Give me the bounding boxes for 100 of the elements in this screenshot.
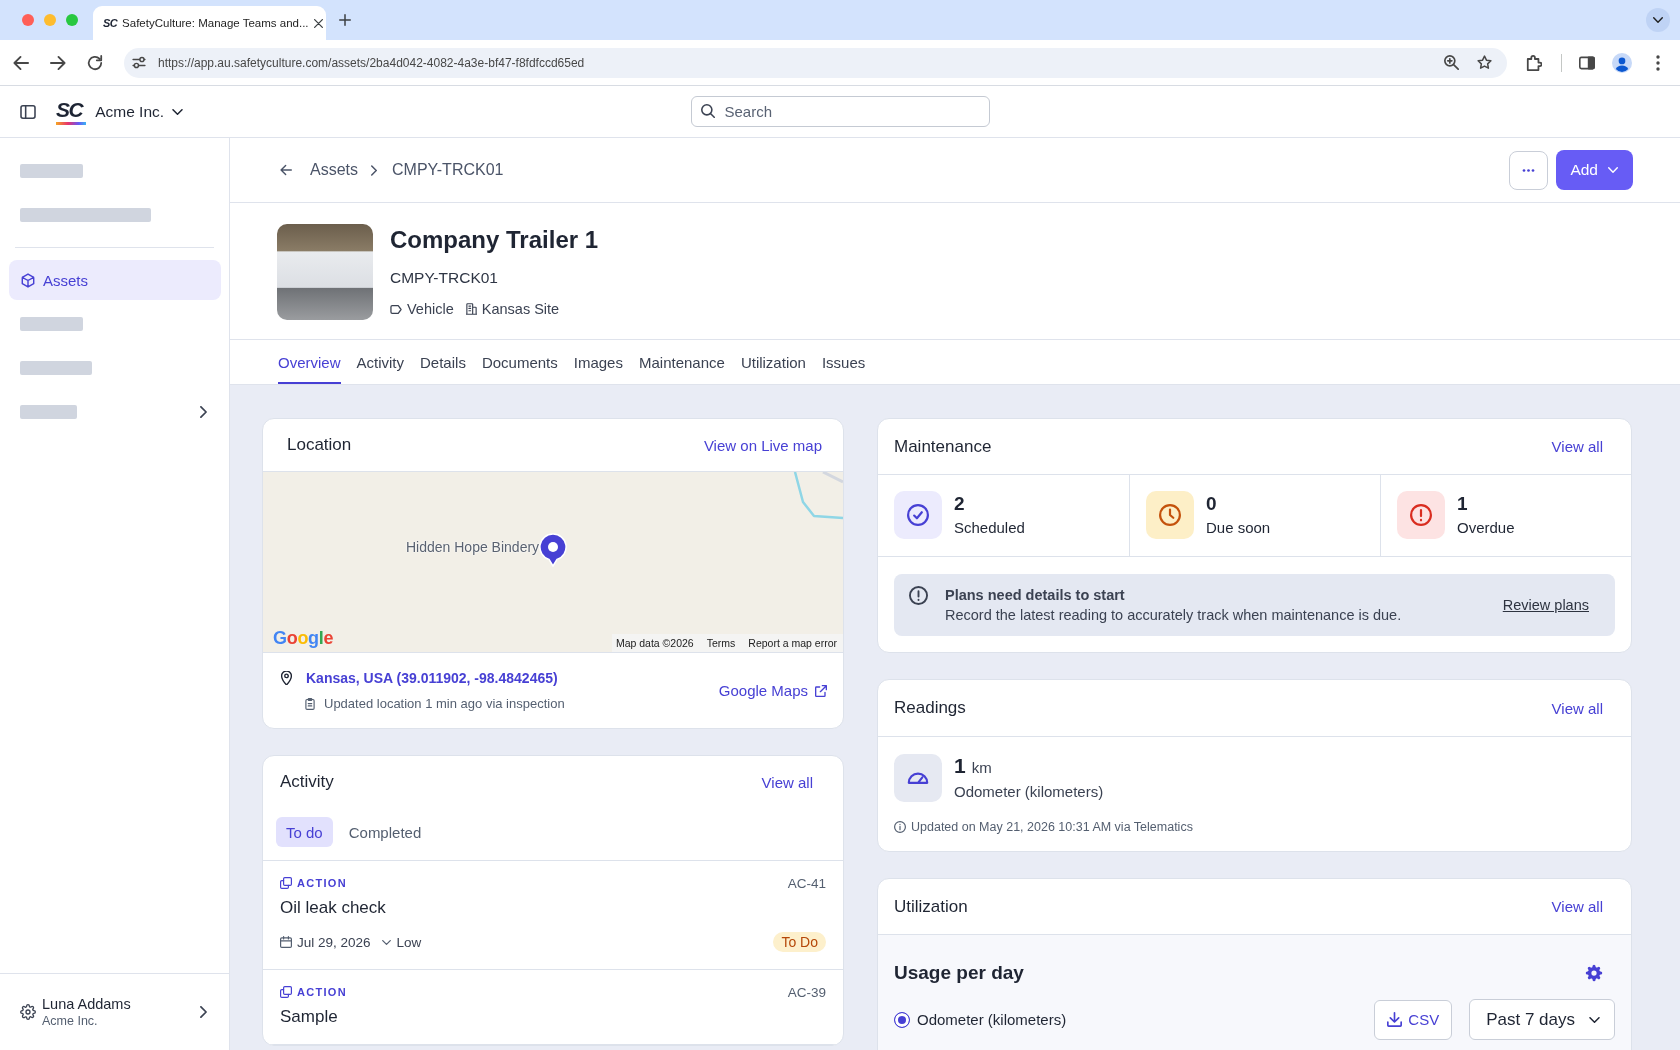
alert-circle-icon — [909, 586, 928, 605]
card-title: Utilization — [894, 896, 968, 917]
forward-icon[interactable] — [50, 54, 66, 71]
side-panel-icon[interactable] — [1579, 54, 1595, 71]
chevron-right-icon — [371, 164, 377, 176]
attribution-link[interactable]: Report a map error — [748, 637, 837, 649]
chevron-right-icon[interactable] — [200, 406, 207, 418]
stacked-squares-icon — [280, 877, 292, 889]
sidebar-toggle-icon[interactable] — [20, 104, 36, 119]
tab[interactable]: Activity — [356, 340, 405, 384]
map-data-text: Map data ©2026 — [615, 637, 694, 649]
clipboard-icon — [305, 697, 315, 710]
item-title: Oil leak check — [280, 897, 387, 919]
building-icon — [465, 303, 477, 315]
stat-count: 1 — [1457, 492, 1469, 516]
browser-tab[interactable]: SC SafetyCulture: Manage Teams and... — [93, 6, 326, 40]
calendar-icon — [280, 936, 292, 948]
tab[interactable]: Details — [420, 340, 466, 384]
zoom-in-icon[interactable] — [1444, 55, 1459, 70]
download-icon — [1387, 1012, 1403, 1027]
stat-count: 0 — [1206, 492, 1218, 516]
status-badge: To Do — [773, 932, 826, 952]
export-button[interactable]: CSV — [1374, 999, 1453, 1040]
due-date: Jul 29, 2026 — [297, 934, 371, 950]
chevron-down-icon[interactable] — [1646, 8, 1670, 32]
chevron-down-icon — [172, 108, 184, 115]
filter-tab[interactable]: To do — [276, 817, 333, 847]
chevron-right-icon[interactable] — [200, 1006, 207, 1018]
info-icon — [894, 821, 906, 833]
stat-label: Due soon — [1206, 518, 1271, 538]
series-radio[interactable]: Odometer (kilometers) — [894, 1011, 1067, 1028]
location-updated-text: Updated location 1 min ago via inspection — [324, 696, 565, 711]
tab[interactable]: Images — [573, 340, 623, 384]
view-all-link[interactable]: View all — [1551, 898, 1603, 915]
star-icon[interactable] — [1477, 55, 1492, 70]
notice-text: Record the latest reading to accurately track when maintenance is due. — [945, 606, 1403, 625]
tab[interactable]: Utilization — [740, 340, 806, 384]
item-title: Sample — [280, 1006, 339, 1028]
user-name: Luna Addams — [42, 995, 131, 1013]
place-label: Hidden Hope Bindery — [406, 538, 540, 556]
google-maps-link[interactable]: Google Maps — [718, 682, 827, 699]
section-heading: Usage per day — [894, 961, 1024, 985]
puzzle-icon[interactable] — [1526, 54, 1542, 71]
asset-code: CMPY-TRCK01 — [390, 268, 498, 288]
gauge-icon — [894, 754, 942, 802]
sidebar-item[interactable]: Assets — [9, 260, 221, 300]
cube-icon — [21, 272, 35, 288]
chevron-down-icon — [381, 939, 391, 945]
chevron-down-icon — [1608, 167, 1618, 173]
search-field[interactable]: Search — [690, 96, 990, 127]
new-tab-icon[interactable] — [339, 14, 351, 26]
reading-label: Odometer (kilometers) — [954, 782, 1104, 802]
address-bar[interactable]: https://app.au.safetyculture.com/assets/2ba4d042-4082-4a3e-bf47-f8fdfccd65ed — [124, 47, 1507, 78]
view-all-link[interactable]: View all — [1551, 699, 1603, 717]
avatar-icon[interactable] — [1612, 52, 1632, 73]
item-id: AC-41 — [787, 875, 826, 891]
add-button[interactable]: Add — [1556, 150, 1633, 190]
favicon-logo: SC — [103, 17, 118, 29]
map-pin-icon — [539, 533, 567, 567]
view-all-link[interactable]: View all — [761, 773, 813, 791]
view-all-link[interactable]: View all — [1551, 438, 1603, 455]
filter-tab[interactable]: Completed — [338, 817, 432, 847]
close-icon[interactable] — [313, 18, 323, 28]
location-pin-icon — [281, 670, 292, 685]
item-id: AC-39 — [787, 984, 826, 1000]
card-title: Activity — [280, 772, 334, 792]
tag-icon — [390, 304, 402, 314]
tab[interactable]: Documents — [481, 340, 558, 384]
item-type-label: ACTION — [297, 877, 347, 889]
range-dropdown[interactable]: Past 7 days — [1469, 999, 1615, 1040]
sliders-icon[interactable] — [132, 56, 146, 69]
breadcrumb-link[interactable]: Assets — [310, 161, 358, 179]
breadcrumb-current: CMPY-TRCK01 — [392, 161, 504, 179]
item-type-label: ACTION — [297, 986, 347, 998]
external-link-icon — [815, 684, 827, 697]
card-title: Readings — [894, 698, 966, 718]
settings-icon[interactable] — [1585, 964, 1603, 982]
notice-title: Plans need details to start — [945, 586, 1126, 605]
asset-title: Company Trailer 1 — [390, 225, 599, 255]
reading-updated-text: Updated on May 21, 2026 10:31 AM via Telematics — [911, 820, 1193, 834]
stat-label: Overdue — [1457, 518, 1515, 538]
back-icon[interactable] — [13, 54, 29, 71]
search-icon — [700, 104, 715, 118]
clock-icon — [1146, 491, 1194, 539]
priority-label: Low — [396, 934, 422, 950]
tab[interactable]: Maintenance — [638, 340, 725, 384]
back-arrow-icon[interactable] — [280, 164, 292, 176]
reload-icon[interactable] — [87, 54, 103, 71]
reading-unit: km — [971, 758, 992, 778]
menu-icon[interactable] — [1656, 54, 1660, 71]
asset-type: Vehicle — [407, 301, 454, 317]
tab[interactable]: Issues — [821, 340, 866, 384]
live-map-link[interactable]: View on Live map — [703, 436, 822, 454]
attribution-link[interactable]: Terms — [706, 637, 736, 649]
review-plans-link[interactable]: Review plans — [1502, 597, 1589, 613]
settings-icon[interactable] — [20, 1004, 36, 1020]
organization-switcher[interactable]: Acme Inc. — [95, 102, 184, 121]
stacked-squares-icon — [280, 986, 292, 998]
chevron-down-icon — [1589, 1016, 1600, 1023]
address-link[interactable]: Kansas, USA (39.011902, -98.4842465) — [306, 669, 558, 686]
